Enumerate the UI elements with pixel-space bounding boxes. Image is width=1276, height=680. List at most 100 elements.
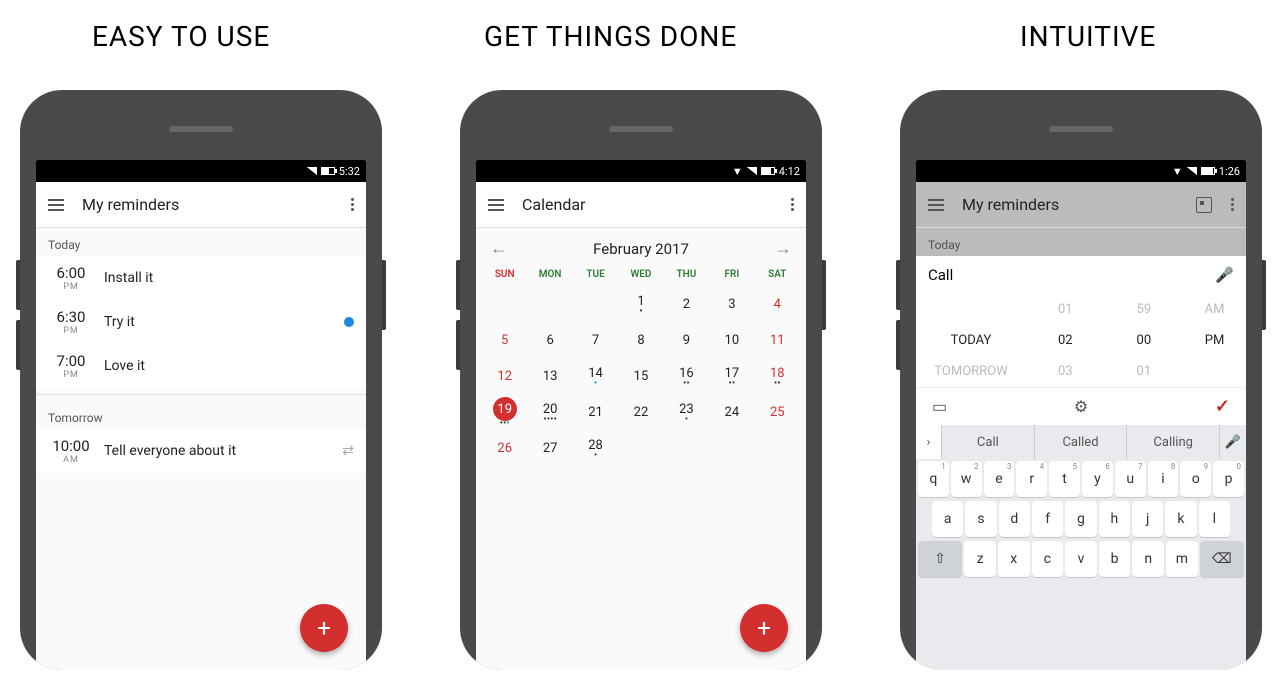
key-z[interactable]: z xyxy=(964,541,996,577)
reminder-item[interactable]: 6:30 PM Try it xyxy=(36,300,366,344)
calendar-day[interactable]: 16•• xyxy=(664,358,709,394)
calendar-day[interactable]: 22 xyxy=(618,394,663,430)
calendar-day[interactable]: 20•••• xyxy=(527,394,572,430)
calendar-day[interactable]: 1• xyxy=(618,286,663,322)
calendar-day[interactable]: 3 xyxy=(709,286,754,322)
key-w[interactable]: w2 xyxy=(951,461,982,497)
calendar-day[interactable]: 12 xyxy=(482,358,527,394)
reminder-label: Tell everyone about it xyxy=(104,443,332,459)
status-time: 1:26 xyxy=(1219,165,1240,178)
mic-icon[interactable]: 🎤 xyxy=(1215,266,1234,284)
app-bar: Calendar xyxy=(476,182,806,228)
status-time: 4:12 xyxy=(779,165,800,178)
reminder-label: Love it xyxy=(104,358,354,374)
date-icon[interactable]: ▭ xyxy=(932,397,947,416)
calendar-day[interactable]: 7 xyxy=(573,322,618,358)
reminder-item[interactable]: 7:00 PM Love it xyxy=(36,344,366,388)
key-h[interactable]: h xyxy=(1099,501,1130,537)
suggestion-2[interactable]: Called xyxy=(1035,425,1128,459)
fab-add[interactable]: + xyxy=(300,604,348,652)
picker-day-curr[interactable]: TODAY xyxy=(916,325,1026,356)
more-icon[interactable] xyxy=(350,198,354,211)
calendar-dow: TUE xyxy=(573,263,618,286)
key-j[interactable]: j xyxy=(1132,501,1163,537)
key-f[interactable]: f xyxy=(1032,501,1063,537)
key-x[interactable]: x xyxy=(998,541,1030,577)
key-d[interactable]: d xyxy=(999,501,1030,537)
menu-icon[interactable] xyxy=(928,199,944,211)
keyboard-mic-icon[interactable]: 🎤 xyxy=(1220,435,1246,450)
repeat-icon: ⇄ xyxy=(342,443,354,459)
calendar-day[interactable]: 5 xyxy=(482,322,527,358)
calendar-icon[interactable] xyxy=(1196,197,1212,213)
calendar-day[interactable]: 8 xyxy=(618,322,663,358)
key-l[interactable]: l xyxy=(1199,501,1230,537)
key-c[interactable]: c xyxy=(1032,541,1064,577)
fab-add[interactable]: + xyxy=(740,604,788,652)
calendar-month: February 2017 xyxy=(593,240,689,258)
key-u[interactable]: u7 xyxy=(1115,461,1146,497)
menu-icon[interactable] xyxy=(48,199,64,211)
key-s[interactable]: s xyxy=(965,501,996,537)
picker-min-curr[interactable]: 00 xyxy=(1105,325,1184,356)
picker-hour-curr[interactable]: 02 xyxy=(1026,325,1105,356)
calendar-day[interactable]: 14• xyxy=(573,358,618,394)
key-y[interactable]: y6 xyxy=(1082,461,1113,497)
picker-ampm-curr[interactable]: PM xyxy=(1183,325,1246,356)
time-picker[interactable]: 01 59 AM TODAY 02 00 PM TOMORROW 03 01 xyxy=(916,294,1246,387)
reminder-item[interactable]: 6:00 PM Install it xyxy=(36,256,366,300)
key-shift[interactable]: ⇧ xyxy=(918,541,962,577)
key-m[interactable]: m xyxy=(1166,541,1198,577)
suggestion-1[interactable]: Call xyxy=(942,425,1035,459)
key-backspace[interactable]: ⌫ xyxy=(1200,541,1244,577)
key-i[interactable]: i8 xyxy=(1148,461,1179,497)
calendar-day[interactable]: 18•• xyxy=(755,358,800,394)
calendar-day[interactable]: 28• xyxy=(573,430,618,466)
key-v[interactable]: v xyxy=(1065,541,1097,577)
event-dots-icon: • xyxy=(639,309,642,315)
calendar-day[interactable]: 21 xyxy=(573,394,618,430)
reminder-ampm: PM xyxy=(48,326,94,336)
event-dots-icon: • xyxy=(594,381,597,387)
calendar-day[interactable]: 26 xyxy=(482,430,527,466)
key-t[interactable]: t5 xyxy=(1049,461,1080,497)
calendar-day[interactable]: 13 xyxy=(527,358,572,394)
calendar-day[interactable]: 15 xyxy=(618,358,663,394)
key-p[interactable]: p0 xyxy=(1213,461,1244,497)
calendar-day[interactable]: 24 xyxy=(709,394,754,430)
picker-day-prev xyxy=(916,294,1026,325)
more-icon[interactable] xyxy=(1230,198,1234,211)
reminder-item[interactable]: 10:00 AM Tell everyone about it ⇄ xyxy=(36,429,366,473)
calendar-day[interactable]: 2 xyxy=(664,286,709,322)
key-a[interactable]: a xyxy=(932,501,963,537)
settings-icon[interactable]: ⚙ xyxy=(1074,397,1088,416)
calendar-day[interactable]: 23• xyxy=(664,394,709,430)
prev-month-icon[interactable]: ← xyxy=(490,238,508,259)
battery-icon xyxy=(321,167,335,175)
event-dots-icon: • xyxy=(685,417,688,423)
key-q[interactable]: q1 xyxy=(918,461,949,497)
calendar-day[interactable]: 11 xyxy=(755,322,800,358)
key-e[interactable]: e3 xyxy=(984,461,1015,497)
suggestion-3[interactable]: Calling xyxy=(1127,425,1220,459)
calendar-day[interactable]: 17•• xyxy=(709,358,754,394)
key-g[interactable]: g xyxy=(1065,501,1096,537)
key-n[interactable]: n xyxy=(1132,541,1164,577)
calendar-day[interactable]: 27 xyxy=(527,430,572,466)
key-b[interactable]: b xyxy=(1099,541,1131,577)
calendar-day[interactable]: 25 xyxy=(755,394,800,430)
calendar-day[interactable]: 19••• xyxy=(482,394,527,430)
key-k[interactable]: k xyxy=(1165,501,1196,537)
more-icon[interactable] xyxy=(790,198,794,211)
suggestion-expand-icon[interactable]: › xyxy=(916,425,942,459)
calendar-day[interactable]: 9 xyxy=(664,322,709,358)
calendar-day[interactable]: 4 xyxy=(755,286,800,322)
next-month-icon[interactable]: → xyxy=(774,238,792,259)
confirm-icon[interactable]: ✓ xyxy=(1215,396,1230,417)
menu-icon[interactable] xyxy=(488,199,504,211)
calendar-day[interactable]: 10 xyxy=(709,322,754,358)
calendar-day[interactable]: 6 xyxy=(527,322,572,358)
key-o[interactable]: o9 xyxy=(1180,461,1211,497)
key-r[interactable]: r4 xyxy=(1016,461,1047,497)
reminder-input[interactable]: Call 🎤 xyxy=(916,256,1246,294)
